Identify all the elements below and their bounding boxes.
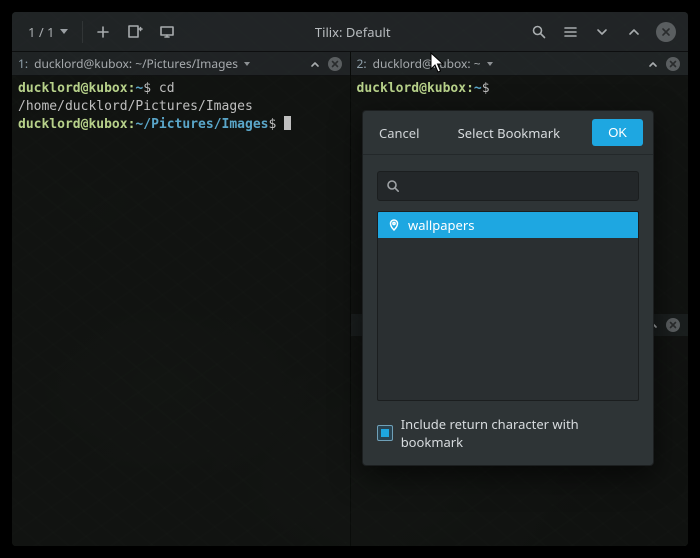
pane-close-button[interactable] bbox=[664, 316, 682, 334]
chevron-down-icon bbox=[244, 62, 250, 66]
bookmark-item-label: wallpapers bbox=[408, 216, 474, 234]
hamburger-icon bbox=[563, 24, 578, 39]
pane-maximize-button[interactable] bbox=[644, 55, 662, 73]
window-title: Tilix: Default bbox=[185, 23, 520, 41]
prompt-host: kubox bbox=[88, 81, 127, 96]
session-switcher[interactable]: 1 / 1 bbox=[20, 18, 76, 46]
bookmark-list[interactable]: wallpapers bbox=[377, 211, 639, 401]
select-bookmark-dialog: Cancel Select Bookmark OK wallpapers Inc… bbox=[362, 110, 654, 466]
close-button[interactable] bbox=[652, 18, 680, 46]
pane-title: ducklord@kubox: ~/Pictures/Images bbox=[34, 55, 238, 72]
prompt-path: ~/Pictures/Images bbox=[135, 117, 268, 132]
sync-button[interactable] bbox=[153, 18, 181, 46]
new-terminal-button[interactable] bbox=[121, 18, 149, 46]
pane-title: ducklord@kubox: ~ bbox=[373, 55, 481, 72]
dialog-title: Select Bookmark bbox=[425, 124, 592, 142]
application-window: 1 / 1 Tilix: Default bbox=[12, 12, 688, 546]
pane-index: 2: bbox=[357, 55, 367, 72]
include-return-row: Include return character with bookmark bbox=[377, 415, 639, 451]
search-input[interactable] bbox=[406, 179, 630, 194]
pane-maximize-button[interactable] bbox=[306, 55, 324, 73]
header-bar: 1 / 1 Tilix: Default bbox=[12, 12, 688, 52]
ok-button[interactable]: OK bbox=[592, 119, 643, 146]
include-return-label: Include return character with bookmark bbox=[401, 415, 639, 451]
pane-titlebar-left[interactable]: 1: ducklord@kubox: ~/Pictures/Images bbox=[12, 52, 350, 76]
pane-titlebar-right[interactable]: 2: ducklord@kubox: ~ bbox=[351, 52, 689, 76]
search-icon bbox=[386, 179, 400, 193]
maximize-button[interactable] bbox=[620, 18, 648, 46]
dialog-header: Cancel Select Bookmark OK bbox=[363, 111, 653, 155]
chevron-up-icon bbox=[648, 59, 658, 69]
prompt-colon: : bbox=[466, 81, 474, 96]
pane-close-button[interactable] bbox=[664, 55, 682, 73]
prompt-dollar: $ bbox=[268, 117, 276, 132]
cancel-button[interactable]: Cancel bbox=[373, 118, 425, 148]
monitor-icon bbox=[159, 24, 175, 40]
new-session-button[interactable] bbox=[89, 18, 117, 46]
chevron-down-icon bbox=[60, 29, 68, 34]
prompt-user: ducklord bbox=[18, 81, 81, 96]
checkbox-checked-icon bbox=[381, 429, 389, 437]
prompt-dollar: $ bbox=[143, 81, 151, 96]
hamburger-menu-button[interactable] bbox=[556, 18, 584, 46]
mouse-pointer-icon bbox=[430, 52, 446, 74]
bookmark-item[interactable]: wallpapers bbox=[378, 212, 638, 238]
chevron-down-icon bbox=[487, 62, 493, 66]
search-button[interactable] bbox=[524, 18, 552, 46]
pane-index: 1: bbox=[18, 55, 28, 72]
bookmark-pin-icon bbox=[388, 219, 400, 231]
minimize-button[interactable] bbox=[588, 18, 616, 46]
close-icon bbox=[666, 318, 680, 332]
close-icon bbox=[656, 22, 676, 42]
prompt-user: ducklord bbox=[18, 117, 81, 132]
session-counter: 1 / 1 bbox=[28, 23, 54, 41]
close-icon bbox=[328, 57, 342, 71]
terminal-pane-left: 1: ducklord@kubox: ~/Pictures/Images duc… bbox=[12, 52, 350, 546]
bookmark-search[interactable] bbox=[377, 171, 639, 201]
include-return-checkbox[interactable] bbox=[377, 425, 393, 441]
terminal-cursor bbox=[284, 116, 291, 130]
separator bbox=[82, 21, 83, 43]
dialog-body: wallpapers Include return character with… bbox=[363, 155, 653, 465]
prompt-host: kubox bbox=[88, 117, 127, 132]
prompt-path: ~ bbox=[474, 81, 482, 96]
prompt-host: kubox bbox=[427, 81, 466, 96]
chevron-up-icon bbox=[310, 59, 320, 69]
close-icon bbox=[666, 57, 680, 71]
chevron-up-icon bbox=[628, 26, 640, 38]
chevron-down-icon bbox=[596, 26, 608, 38]
new-terminal-icon bbox=[127, 24, 143, 40]
search-icon bbox=[531, 24, 546, 39]
pane-controls bbox=[644, 55, 682, 73]
prompt-user: ducklord bbox=[357, 81, 420, 96]
pane-controls bbox=[306, 55, 344, 73]
prompt-at: @ bbox=[419, 81, 427, 96]
pane-close-button[interactable] bbox=[326, 55, 344, 73]
prompt-dollar: $ bbox=[482, 81, 490, 96]
terminal-body-left[interactable]: ducklord@kubox:~$ cd /home/ducklord/Pict… bbox=[12, 76, 350, 546]
